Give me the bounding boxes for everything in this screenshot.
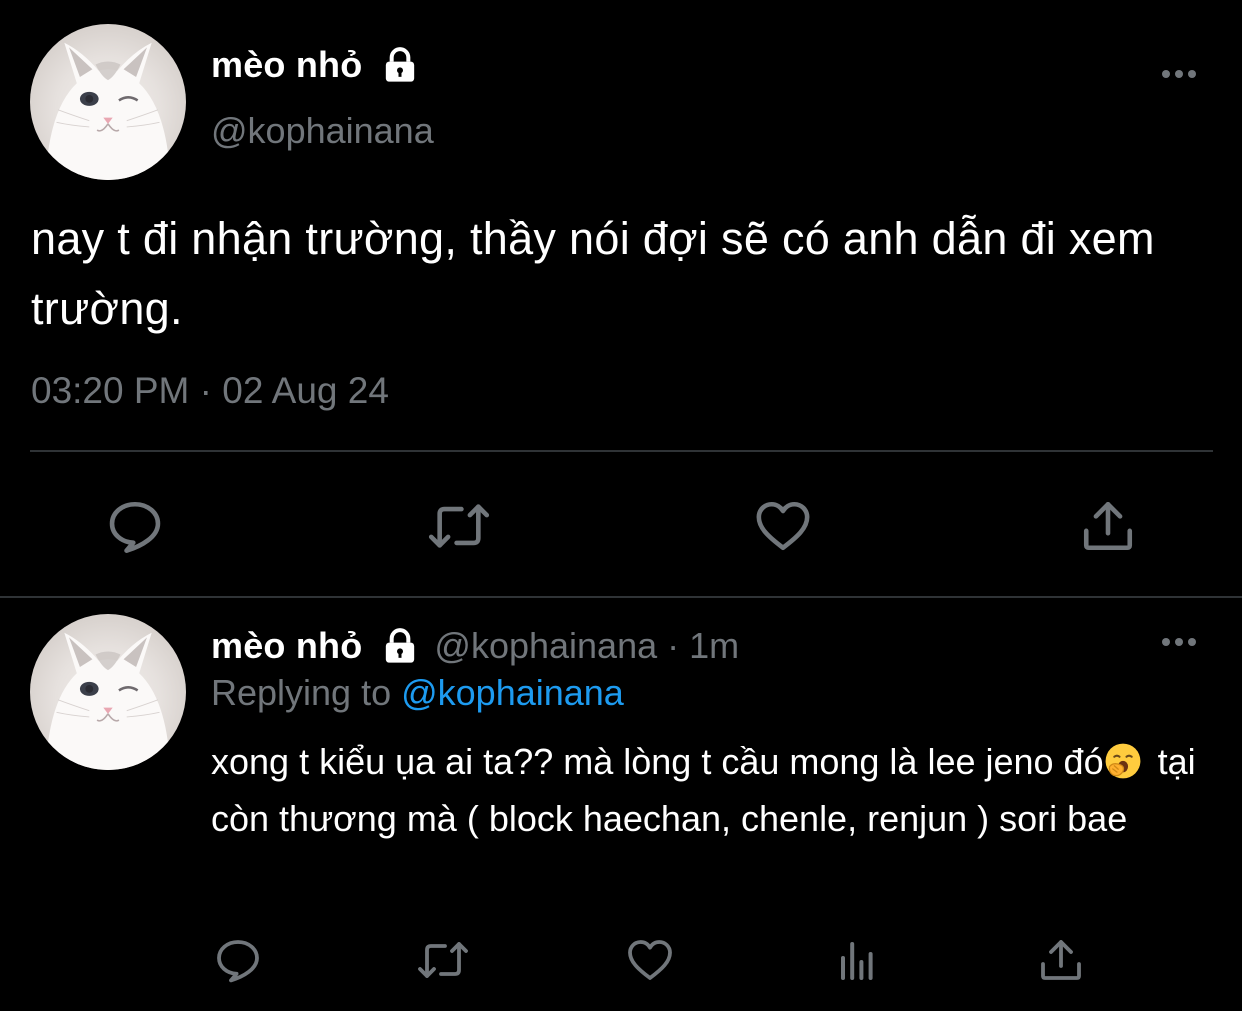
relative-time[interactable]: 1m [689, 625, 739, 667]
lock-icon [380, 45, 420, 85]
cat-avatar-image [45, 632, 171, 770]
analytics-icon[interactable] [833, 936, 881, 984]
reply-text: xong t kiểu ụa ai ta?? mà lòng t cầu mon… [211, 733, 1211, 847]
more-horizontal-icon[interactable] [1159, 634, 1199, 650]
reply-header: mèo nhỏ @kophainana · 1m [211, 620, 739, 672]
avatar[interactable] [30, 614, 186, 770]
tweet-text: nay t đi nhận trường, thầy nói đợi sẽ có… [31, 213, 1155, 334]
share-icon[interactable] [1079, 497, 1137, 555]
divider [30, 450, 1213, 452]
display-name[interactable]: mèo nhỏ [211, 625, 362, 667]
main-tweet: mèo nhỏ @kophainana nay t đi nhận trường… [0, 0, 1242, 597]
retweet-icon[interactable] [424, 497, 494, 555]
reply-icon[interactable] [106, 497, 164, 555]
retweet-icon[interactable] [413, 936, 473, 984]
yawning-face-emoji [1104, 742, 1142, 780]
separator-dot: · [667, 625, 680, 666]
share-icon[interactable] [1037, 936, 1085, 984]
like-icon[interactable] [752, 497, 814, 555]
replying-to-label: Replying to [211, 672, 402, 713]
lock-icon [380, 626, 420, 666]
replying-to-handle-link[interactable]: @kophainana [401, 672, 624, 713]
author-handle[interactable]: @kophainana [211, 110, 434, 152]
display-name[interactable]: mèo nhỏ [211, 44, 362, 86]
tweet-thread: mèo nhỏ @kophainana nay t đi nhận trường… [0, 0, 1242, 1011]
reply-icon[interactable] [214, 936, 262, 984]
author-handle[interactable]: @kophainana [434, 625, 657, 667]
tweet-timestamp[interactable]: 03:20 PM · 02 Aug 24 [31, 370, 389, 412]
avatar[interactable] [30, 24, 186, 180]
more-horizontal-icon[interactable] [1159, 66, 1199, 82]
thread-divider [0, 596, 1242, 598]
reply-text-part1: xong t kiểu ụa ai ta?? mà lòng t cầu mon… [211, 741, 1104, 782]
like-icon[interactable] [624, 936, 676, 984]
replying-to-row: Replying to @kophainana [211, 672, 624, 714]
author-name-row: mèo nhỏ [211, 40, 420, 90]
cat-avatar-image [45, 42, 171, 180]
